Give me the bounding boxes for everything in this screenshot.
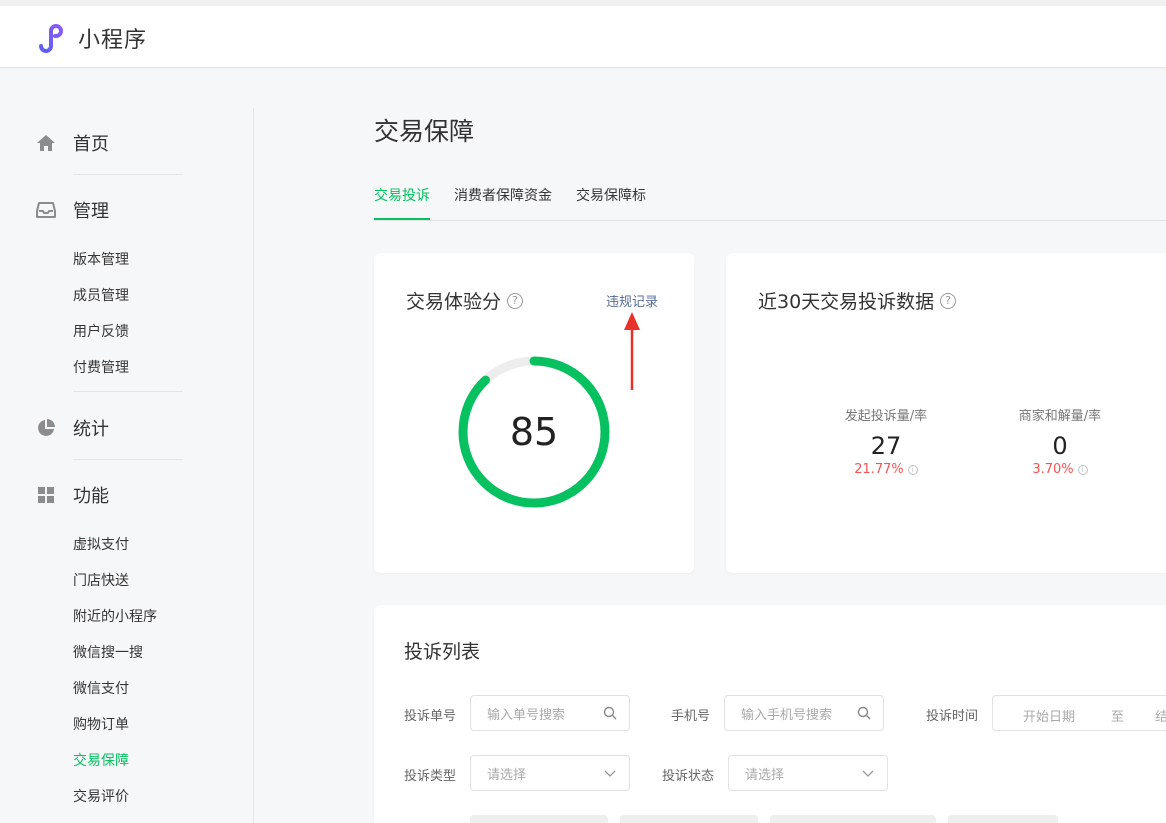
sidebar-divider [253, 108, 254, 823]
chevron-down-icon [604, 770, 616, 777]
date-range-separator: 至 [1111, 710, 1125, 725]
card-title: 近30天交易投诉数据 ? [758, 287, 957, 314]
start-date-placeholder: 开始日期 [1023, 710, 1076, 725]
page-title: 交易保障 [374, 117, 475, 146]
sidebar-item-trade-guarantee[interactable]: 交易保障 [73, 750, 129, 770]
complaint-type-select[interactable]: 请选择 [470, 755, 630, 791]
stat-rate-row: 3.70% i [1000, 462, 1120, 477]
search-icon [603, 706, 617, 720]
sidebar-separator [73, 459, 183, 460]
action-button[interactable] [470, 815, 608, 823]
action-button[interactable] [948, 815, 1058, 823]
stat-value: 27 [870, 432, 902, 460]
sidebar-item-stats[interactable]: 统计 [36, 415, 109, 441]
app-name: 小程序 [78, 28, 148, 53]
order-no-label: 投诉单号 [404, 709, 457, 724]
tab-guarantee-badge[interactable]: 交易保障标 [576, 185, 646, 205]
sidebar-item-trade-review[interactable]: 交易评价 [73, 786, 129, 806]
sidebar-item-nearby[interactable]: 附近的小程序 [73, 606, 157, 626]
top-header: 小程序 [0, 0, 1166, 68]
stat-label: 发起投诉量/率 [844, 409, 928, 424]
sidebar-item-orders[interactable]: 购物订单 [73, 714, 129, 734]
info-icon[interactable]: i [1077, 464, 1088, 475]
stat-rate: 21.77% [854, 462, 904, 477]
sidebar-item-members[interactable]: 成员管理 [73, 285, 129, 305]
score-value: 85 [509, 410, 559, 454]
sidebar-item-store-delivery[interactable]: 门店快送 [73, 570, 129, 590]
select-placeholder: 请选择 [487, 767, 527, 783]
sidebar-item-manage[interactable]: 管理 [36, 197, 109, 223]
stat-complaints: 发起投诉量/率 27 21.77% i [826, 405, 946, 477]
phone-search-input[interactable]: 输入手机号搜索 [724, 695, 884, 731]
pie-chart-icon [36, 418, 56, 438]
grid-icon [36, 485, 56, 505]
card-title-text: 交易体验分 [406, 291, 502, 313]
complaint-time-label: 投诉时间 [926, 709, 979, 724]
select-placeholder: 请选择 [745, 767, 785, 783]
stat-label: 商家和解量/率 [1018, 409, 1102, 424]
complaint-type-label: 投诉类型 [404, 769, 457, 784]
sidebar-item-virtual-pay[interactable]: 虚拟支付 [73, 534, 129, 554]
search-icon [857, 706, 871, 720]
end-date-placeholder: 结 [1155, 710, 1166, 725]
sidebar-item-features[interactable]: 功能 [36, 482, 109, 508]
complaint-status-label: 投诉状态 [662, 769, 715, 784]
stat-value: 0 [1052, 432, 1068, 460]
top-edge [0, 0, 1166, 6]
sidebar-item-home[interactable]: 首页 [36, 130, 109, 156]
violation-records-link[interactable]: 违规记录 [606, 291, 658, 310]
card-title: 投诉列表 [404, 641, 481, 663]
help-icon[interactable]: ? [507, 292, 524, 309]
active-tab-indicator [374, 218, 430, 220]
tab-bar: 交易投诉 消费者保障资金 交易保障标 [374, 183, 1166, 221]
stat-settled: 商家和解量/率 0 3.70% i [1000, 405, 1120, 477]
card-title-text: 近30天交易投诉数据 [758, 291, 935, 313]
complaint-stats-card: 近30天交易投诉数据 ? 发起投诉量/率 27 21.77% i 商家和解量/率… [726, 253, 1166, 573]
home-icon [36, 133, 56, 153]
sidebar-item-billing[interactable]: 付费管理 [73, 357, 129, 377]
experience-score-card: 交易体验分 ? 违规记录 85 [374, 253, 694, 573]
stat-rate: 3.70% [1032, 462, 1074, 477]
brand[interactable]: 小程序 [36, 22, 147, 54]
sidebar-item-label: 管理 [73, 201, 109, 222]
phone-label: 手机号 [671, 709, 711, 724]
chevron-down-icon [862, 770, 874, 777]
sidebar-item-version[interactable]: 版本管理 [73, 249, 129, 269]
help-icon[interactable]: ? [940, 292, 957, 309]
tab-consumer-fund[interactable]: 消费者保障资金 [454, 185, 552, 205]
sidebar-separator [73, 174, 183, 175]
complaint-status-select[interactable]: 请选择 [728, 755, 888, 791]
mini-program-logo-icon [39, 24, 63, 53]
sidebar: 首页 管理 版本管理 成员管理 用户反馈 付费管理 统计 功能 虚拟支付 门店快… [0, 68, 254, 823]
input-placeholder: 输入单号搜索 [487, 707, 566, 723]
info-icon[interactable]: i [907, 464, 918, 475]
complaint-list-card: 投诉列表 投诉单号 输入单号搜索 手机号 输入手机号搜索 投诉时间 开始日期 至… [374, 605, 1166, 823]
order-no-search-input[interactable]: 输入单号搜索 [470, 695, 630, 731]
action-button[interactable] [620, 815, 758, 823]
sidebar-item-label: 功能 [73, 486, 109, 507]
sidebar-item-wechat-search[interactable]: 微信搜一搜 [73, 642, 143, 662]
stat-rate-row: 21.77% i [826, 462, 946, 477]
input-placeholder: 输入手机号搜索 [741, 707, 833, 723]
card-title: 交易体验分 ? [406, 287, 524, 314]
tab-complaints[interactable]: 交易投诉 [374, 185, 430, 205]
sidebar-item-label: 统计 [73, 419, 109, 440]
sidebar-item-wechat-pay[interactable]: 微信支付 [73, 678, 129, 698]
sidebar-item-label: 首页 [73, 134, 109, 155]
sidebar-item-feedback[interactable]: 用户反馈 [73, 321, 129, 341]
action-button[interactable] [770, 815, 936, 823]
score-gauge: 85 [455, 353, 613, 511]
date-range-picker[interactable]: 开始日期 至 结 [992, 695, 1166, 731]
annotation-arrow-icon [624, 312, 640, 390]
sidebar-separator [73, 391, 183, 392]
inbox-icon [36, 200, 56, 220]
